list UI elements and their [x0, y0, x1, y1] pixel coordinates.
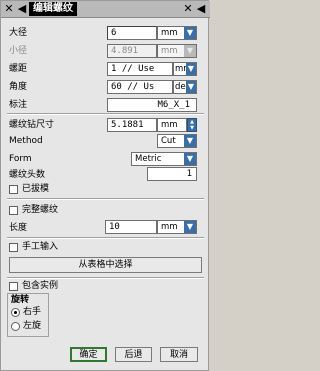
pitch-value: 1 // Use [111, 64, 155, 74]
include-instances-label: 包含实例 [22, 281, 59, 291]
major-diameter-value: 6 [111, 28, 117, 38]
chevron-down-icon[interactable]: ▼ [186, 63, 196, 75]
minor-diameter-unit-text: mm [161, 46, 178, 56]
back-icon[interactable]: ◀ [16, 3, 28, 15]
angle-unit[interactable]: deg ▼ [173, 80, 197, 94]
cancel-button[interactable]: 取消 [160, 347, 198, 362]
chevron-down-icon[interactable]: ▼ [184, 27, 196, 39]
length-unit-text: mm [161, 222, 178, 232]
minor-diameter-value: 4.891 [111, 46, 139, 56]
pitch-input[interactable]: 1 // Use [107, 62, 173, 76]
pitch-label: 螺距 [9, 64, 28, 74]
edit-thread-dialog: ✕ ◀ 编辑螺纹 ✕ ◀ 大径 6 mm ▼ 小径 4.891 mm ▼ 螺距 … [0, 0, 210, 371]
starts-label: 螺纹头数 [9, 170, 46, 180]
major-diameter-input[interactable]: 6 [107, 26, 157, 40]
pitch-unit[interactable]: mm ▼ [173, 62, 197, 76]
angle-label: 角度 [9, 82, 28, 92]
full-thread-label: 完整螺纹 [22, 205, 59, 215]
method-select[interactable]: Cut ▼ [157, 134, 197, 148]
right-hand-radio[interactable] [11, 308, 20, 317]
back-button[interactable]: 后退 [115, 347, 152, 362]
chevron-down-icon: ▼ [184, 45, 196, 57]
callout-label: 标注 [9, 100, 28, 110]
ok-button[interactable]: 确定 [70, 347, 107, 362]
separator [7, 113, 204, 115]
starts-input[interactable]: 1 [147, 167, 197, 181]
close-icon[interactable]: ✕ [3, 3, 15, 15]
method-label: Method [9, 136, 43, 146]
rotation-title: 旋转 [11, 295, 30, 305]
length-value: 10 [109, 222, 120, 232]
chevron-down-icon[interactable]: ▼ [184, 153, 196, 165]
spin-down-icon[interactable]: ▼ [188, 125, 196, 131]
title-bar: ✕ ◀ 编辑螺纹 ✕ ◀ [1, 1, 210, 18]
callout-value: M6_X_1 [157, 100, 190, 110]
chevron-down-icon[interactable]: ▼ [184, 135, 196, 147]
angle-value: 60 // Us [111, 82, 155, 92]
collapse-icon[interactable]: ◀ [195, 3, 207, 15]
separator [7, 198, 204, 200]
dialog-title: 编辑螺纹 [29, 2, 77, 16]
major-diameter-unit[interactable]: mm ▼ [157, 26, 197, 40]
left-hand-label: 左旋 [23, 321, 42, 331]
tap-drill-spinner[interactable]: ▲ ▼ [187, 118, 197, 132]
starts-value: 1 [186, 169, 192, 179]
length-unit[interactable]: mm ▼ [157, 220, 197, 234]
form-select[interactable]: Metric ▼ [131, 152, 197, 166]
major-diameter-unit-text: mm [161, 28, 178, 38]
full-thread-checkbox[interactable] [9, 206, 18, 215]
chevron-down-icon[interactable]: ▼ [184, 221, 196, 233]
callout-field: M6_X_1 [107, 98, 197, 112]
separator [7, 277, 204, 279]
length-label: 长度 [9, 223, 28, 233]
tap-drill-unit[interactable]: mm [157, 118, 187, 132]
major-diameter-label: 大径 [9, 28, 28, 38]
tapered-label: 已拔模 [22, 184, 50, 194]
separator [7, 237, 204, 239]
form-value: Metric [135, 154, 162, 164]
left-hand-radio[interactable] [11, 322, 20, 331]
minor-diameter-label: 小径 [9, 46, 28, 56]
manual-input-checkbox[interactable] [9, 243, 18, 252]
manual-input-label: 手工输入 [22, 242, 59, 252]
form-label: Form [9, 154, 32, 164]
tap-drill-input[interactable]: 5.1881 [107, 118, 157, 132]
right-hand-label: 右手 [23, 307, 42, 317]
length-input[interactable]: 10 [105, 220, 157, 234]
tap-drill-unit-text: mm [161, 120, 178, 130]
pin-icon[interactable]: ✕ [182, 3, 194, 15]
tap-drill-label: 螺纹钻尺寸 [9, 120, 55, 130]
include-instances-checkbox[interactable] [9, 282, 18, 291]
minor-diameter-unit: mm ▼ [157, 44, 197, 58]
tapered-checkbox[interactable] [9, 185, 18, 194]
rotation-group: 旋转 右手 左旋 [7, 293, 49, 337]
method-value: Cut [161, 136, 176, 146]
select-from-table-button[interactable]: 从表格中选择 [9, 257, 202, 273]
minor-diameter-input: 4.891 [107, 44, 157, 58]
tap-drill-value: 5.1881 [111, 120, 144, 130]
angle-input[interactable]: 60 // Us [107, 80, 173, 94]
chevron-down-icon[interactable]: ▼ [186, 81, 196, 93]
